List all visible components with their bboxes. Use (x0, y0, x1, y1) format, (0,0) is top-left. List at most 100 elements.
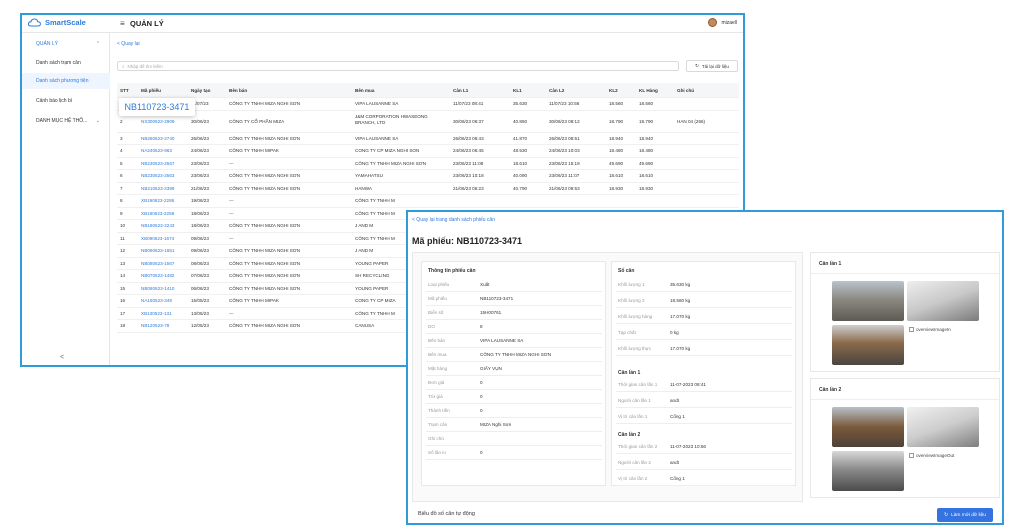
info-card: Thông tin phiếu cân Loại phiếu Xuất Mã phi… (421, 261, 606, 486)
overview-image-in-3[interactable] (832, 325, 904, 365)
column-header: KL Hàng (639, 87, 658, 93)
ticket-id-link[interactable]: NB260623-2740 (141, 136, 174, 141)
table-cell: 15 (120, 285, 126, 291)
sidebar-group-quan-ly[interactable]: QUẢN LÝ ⌃ (22, 39, 110, 49)
divider (811, 273, 999, 274)
ticket-id-link[interactable]: NA150523-348 (141, 298, 172, 303)
sidebar-item-danh-muc[interactable]: DANH MỤC HỆ THỐ... ⌄ (22, 113, 110, 129)
field-value: 0 kg (670, 330, 679, 335)
sidebar-item-label: DANH MỤC HỆ THỐ... (36, 118, 88, 124)
sidebar-item-tram-can[interactable]: Danh sách trạm cân (22, 55, 110, 71)
ticket-id-link[interactable]: NA240623-963 (141, 148, 172, 153)
table-row[interactable]: 7 NB210623-2399 21/06/23 CÔNG TY TNHH MIZA … (117, 183, 739, 195)
field-label: Khối lượng thực (618, 346, 652, 351)
table-cell: 30/06/23 08:12 (549, 118, 580, 124)
overview-image-out-1[interactable] (832, 407, 904, 447)
table-cell: 18/06/23 (191, 223, 209, 229)
overview-image-in-1[interactable] (832, 281, 904, 321)
weigh-title: Số cân (618, 268, 635, 274)
table-cell: 12 (120, 248, 126, 254)
table-cell: 18.930 (639, 185, 654, 191)
overview-image-in-2[interactable] (907, 281, 979, 321)
divider (616, 423, 792, 424)
divider (426, 291, 602, 292)
reload-button[interactable]: ↻ Tải lại dữ liệu (686, 60, 738, 72)
table-cell: --- (229, 160, 234, 166)
back-link[interactable]: < Quay lại (117, 41, 140, 47)
overview-image-out-2[interactable] (907, 407, 979, 447)
field-value: 0 (480, 380, 483, 385)
image-alt-text: overviewImageIn (916, 327, 951, 332)
divider (426, 403, 602, 404)
table-row[interactable]: 3 NB260623-2740 26/06/23 CÔNG TY TNHH MIZA … (117, 133, 739, 145)
column-header: Cân L2 (549, 87, 565, 93)
ticket-id-link[interactable]: XB190623-2286 (141, 198, 174, 203)
ticket-id-link[interactable]: NB080623-1567 (141, 261, 174, 266)
table-cell: HANWA (355, 185, 372, 191)
ticket-id-link[interactable]: NB230623-2563 (141, 173, 174, 178)
table-row[interactable]: 4 NA240623-963 24/06/23 CÔNG TY TNHH MIPAK C… (117, 145, 739, 158)
ticket-id-link[interactable]: XB090623-1674 (141, 236, 174, 241)
table-cell: 07/06/23 (191, 273, 209, 279)
table-cell: 10 (120, 223, 126, 229)
table-cell: J&M CORPORATION HWASEONG BRANCH, LTD (355, 113, 428, 125)
overview-image-out-3[interactable] (832, 451, 904, 491)
divider (426, 361, 602, 362)
table-cell: 18.610 (609, 173, 624, 179)
table-cell: 9 (120, 210, 123, 216)
back-to-list-link[interactable]: < Quay lại trang danh sách phiếu cân (412, 217, 495, 223)
table-cell: 48.530 (513, 148, 528, 154)
table-cell: 18.790 (609, 118, 624, 124)
img2-title: Cân lần 2 (819, 387, 842, 393)
field-label: Trừ giá (428, 394, 443, 399)
sidebar-item-phuong-tien[interactable]: Danh sách phương tiện (22, 73, 110, 89)
app-logo[interactable]: SmartScale (28, 18, 86, 27)
table-cell: 8 (120, 198, 123, 204)
sidebar-item-canh-bao[interactable]: Cảnh báo lịch bì (22, 93, 110, 109)
ticket-id-link[interactable]: NB210623-2399 (141, 186, 174, 191)
table-cell: --- (229, 198, 234, 204)
ticket-id-link[interactable]: NB230623-2567 (141, 161, 174, 166)
ticket-id-link[interactable]: NB090623-1651 (141, 248, 174, 253)
table-cell: CÔNG TY CỔ PHẦN MIZA (229, 118, 285, 124)
table-row[interactable]: 1NB110723-347111/07/23CÔNG TY TNHH MIZA … (117, 98, 739, 111)
user-menu[interactable]: mizaell (708, 18, 737, 27)
table-cell: CÔNG TY TNHH MIZA NGHI SƠN (229, 248, 301, 254)
ticket-id-link[interactable]: NB180623-2243 (141, 223, 174, 228)
table-row[interactable]: 5 NB230623-2567 23/06/23 --- CÔNG TY TNHH MI… (117, 158, 739, 170)
img1-title: Cân lần 1 (819, 261, 842, 267)
ticket-id-link[interactable]: NB060623-1410 (141, 286, 174, 291)
broken-image-out: overviewImageOut (909, 453, 954, 458)
ticket-id-link[interactable]: NB120523-78 (141, 323, 169, 328)
table-cell: 18.560 (639, 101, 654, 107)
refresh-data-button[interactable]: ↻ Làm mới dữ liệu (937, 508, 993, 522)
field-label: Người cân lần 1 (618, 398, 651, 403)
table-row[interactable]: 8 XB190623-2286 19/06/23 --- CÔNG TY TNHH M (117, 195, 739, 208)
chart-section-title: Biểu đồ số cân tự động (418, 511, 475, 517)
table-cell: 11 (120, 235, 125, 241)
table-row[interactable]: 6 NB230623-2563 23/06/23 CÔNG TY TNHH MIZA … (117, 170, 739, 183)
table-cell: 18.930 (609, 185, 624, 191)
field-label: Ghi chú (428, 436, 444, 441)
table-cell: 18.560 (609, 101, 624, 107)
field-label: Khối lượng 1 (618, 282, 645, 287)
image-panel-out: Cân lần 2 overviewImageOut (810, 378, 1000, 498)
table-cell: 13 (120, 260, 126, 266)
menu-icon[interactable]: ≡ (120, 19, 125, 28)
table-cell: CANUSA (355, 323, 375, 329)
search-input[interactable]: ⌕ Nhập để tìm kiếm (117, 61, 679, 71)
ticket-id-link[interactable]: NX300623-2909 (141, 119, 174, 124)
ticket-id-link[interactable]: XB180623-2258 (141, 211, 174, 216)
sidebar-item-label: Cảnh báo lịch bì (36, 98, 73, 104)
divider (426, 347, 602, 348)
ticket-id-link[interactable]: NB070623-1482 (141, 273, 174, 278)
table-cell: 30/06/23 (191, 118, 209, 124)
table-cell: 26/06/23 06:43 (453, 135, 484, 141)
ticket-id-link[interactable]: XB130523-131 (141, 311, 172, 316)
divider (426, 389, 602, 390)
table-cell: 18.480 (609, 148, 624, 154)
table-row[interactable]: 2 NX300623-2909 30/06/23 CÔNG TY CỔ PHẦN MI… (117, 111, 739, 133)
column-header: Cân L1 (453, 87, 469, 93)
collapse-sidebar-icon[interactable]: < (60, 354, 64, 361)
avatar (708, 18, 718, 27)
